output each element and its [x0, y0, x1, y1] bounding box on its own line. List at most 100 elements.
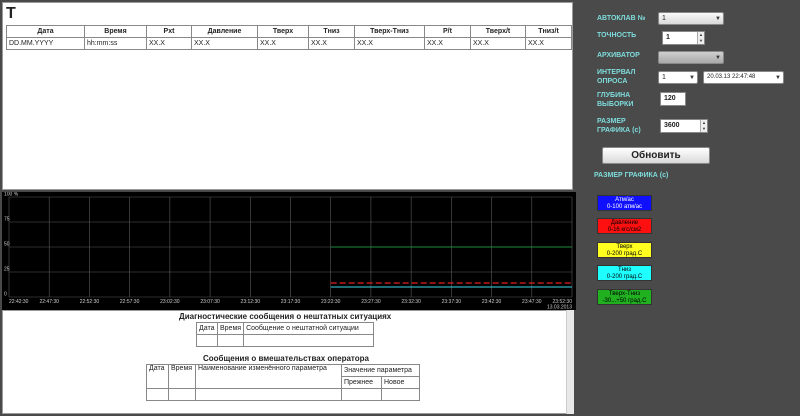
x-tick-label: 23:17:30 [281, 299, 301, 305]
x-tick-label: 22:52:30 [80, 299, 100, 305]
table-cell: XX.X [191, 37, 258, 50]
column-header: Время [216, 322, 245, 335]
column-header: Наименование изменённого параметра [195, 364, 342, 389]
x-tick-label: 23:42:30 [482, 299, 502, 305]
archiver-select[interactable]: ▼ [658, 51, 724, 64]
legend-item-range: 0-200 град.С [606, 274, 643, 280]
x-tick-label: 22:42:30 [9, 299, 29, 305]
column-subheader: Новое [381, 376, 420, 389]
chevron-down-icon: ▼ [715, 55, 721, 61]
operator-title: Сообщения о вмешательствах оператора [203, 354, 369, 363]
diagnostics-title: Диагностические сообщения о нештатных си… [179, 312, 392, 321]
table-cell: DD.MM.YYYY [6, 37, 85, 50]
y-tick-label: 50 [4, 242, 10, 248]
graph-size-caption: РАЗМЕР ГРАФИКА (с) [594, 172, 669, 179]
legend-item-pressure[interactable]: Давление 0-16 кгс/см2 [597, 218, 652, 234]
interval-label-line2: ОПРОСА [597, 78, 628, 85]
column-header: Дата [6, 25, 85, 38]
archive-table-panel: T Дата Время Pxt Давление Тверх Тниз Тве… [2, 2, 573, 190]
legend-item-label: Тверх [616, 244, 633, 250]
legend-item-range: 0-16 кгс/см2 [607, 227, 642, 233]
legend-item-label: Тниз [617, 267, 632, 273]
table-row[interactable] [196, 334, 375, 347]
table-cell [195, 388, 342, 401]
table-header-row: Дата Время Наименование изменённого пара… [146, 364, 420, 389]
y-tick-label: 25 [4, 267, 10, 273]
depth-spinner[interactable]: 120 [660, 92, 686, 106]
trend-chart-svg: 100 % 75 50 25 022:42:30 22:47:30 22:52:30 22:5… [4, 192, 573, 310]
column-header: Сообщение о нештатной ситуации [243, 322, 375, 335]
legend-item-t-top[interactable]: Тверх 0-200 град.С [597, 242, 652, 258]
column-header: Тверх/t [470, 25, 526, 38]
column-header: Pxt [146, 25, 192, 38]
spinner-arrows-icon[interactable]: ▲ ▼ [700, 120, 707, 132]
autoclave-select[interactable]: 1 ▼ [658, 12, 724, 25]
column-header: Тверх-Тниз [354, 25, 425, 38]
table-cell: XX.X [308, 37, 355, 50]
graph-size-value: 3600 [664, 122, 680, 129]
y-tick-label: 100 % [4, 192, 19, 198]
column-header: Давление [191, 25, 258, 38]
column-header: Время [168, 364, 196, 389]
legend-item-label: Атм/ас [615, 197, 634, 203]
column-header: Тниз/t [525, 25, 572, 38]
table-cell: XX.X [424, 37, 471, 50]
legend-item-atm[interactable]: Атм/ас 0-100 атм/ас [597, 195, 652, 211]
autoclave-value: 1 [662, 15, 666, 22]
column-header: Время [84, 25, 147, 38]
depth-label: ГЛУБИНА ВЫБОРКИ [597, 91, 633, 109]
trend-chart[interactable]: 100 % 75 50 25 0 22:42:30 22:47:30 22:52:30 22:5… [2, 192, 576, 310]
table-cell: hh:mm:ss [84, 37, 147, 50]
legend-item-range: 0-200 град.С [606, 251, 643, 257]
x-tick-label: 22:47:30 [39, 299, 59, 305]
table-row[interactable]: DD.MM.YYYY hh:mm:ss XX.X XX.X XX.X XX.X … [6, 37, 572, 50]
x-tick-label: 23:22:30 [321, 299, 341, 305]
x-tick-label: 23:37:30 [442, 299, 462, 305]
column-header: P/t [424, 25, 471, 38]
column-header: Тверх [257, 25, 309, 38]
table-cell [146, 388, 169, 401]
x-tick-label: 23:12:30 [241, 299, 261, 305]
table-cell: XX.X [525, 37, 572, 50]
table-header-row: Дата Время Сообщение о нештатной ситуаци… [196, 322, 375, 335]
datetime-picker[interactable]: 20.03.13 22:47:48 ▼ [703, 71, 784, 84]
messages-scrollbar[interactable] [566, 310, 574, 414]
graph-size-label-line2: ГРАФИКА (с) [597, 127, 641, 134]
interval-label: ИНТЕРВАЛ ОПРОСА [597, 68, 635, 86]
interval-select[interactable]: 1 ▼ [658, 71, 698, 84]
column-header: Тниз [308, 25, 355, 38]
precision-spinner[interactable]: 1 ▲ ▼ [662, 31, 705, 45]
column-header: Значение параметра [341, 364, 420, 377]
depth-label-line1: ГЛУБИНА [597, 92, 631, 99]
interval-label-line1: ИНТЕРВАЛ [597, 69, 636, 76]
column-header: Дата [196, 322, 218, 335]
x-tick-label: 23:07:30 [200, 299, 220, 305]
legend-item-label: Давление [610, 220, 639, 226]
table-row[interactable] [146, 388, 420, 401]
table-cell [168, 388, 196, 401]
legend-item-t-diff[interactable]: Тверх-Тниз -30...+50 град.С [597, 289, 652, 305]
table-cell [243, 334, 375, 347]
chevron-down-icon: ▼ [689, 75, 695, 81]
table-cell: XX.X [354, 37, 425, 50]
spinner-arrows-icon[interactable]: ▲ ▼ [697, 32, 704, 44]
precision-label: ТОЧНОСТЬ [597, 32, 637, 39]
depth-label-line2: ВЫБОРКИ [597, 101, 634, 108]
x-tick-label: 23:02:30 [160, 299, 180, 305]
graph-size-label: РАЗМЕР ГРАФИКА (с) [597, 117, 641, 135]
chevron-down-icon: ▼ [775, 75, 781, 81]
table-cell: XX.X [146, 37, 192, 50]
graph-size-spinner[interactable]: 3600 ▲ ▼ [660, 119, 708, 133]
archive-table: Дата Время Pxt Давление Тверх Тниз Тверх… [6, 25, 572, 50]
graph-size-label-line1: РАЗМЕР [597, 118, 626, 125]
x-tick-label: 23:47:30 [522, 299, 542, 305]
legend-item-label: Тверх-Тниз [608, 291, 641, 297]
table-cell [341, 388, 382, 401]
x-tick-label: 22:57:30 [120, 299, 140, 305]
legend-item-t-bottom[interactable]: Тниз 0-200 град.С [597, 265, 652, 281]
autoclave-label: АВТОКЛАВ № [597, 15, 646, 22]
y-tick-label: 0 [4, 292, 7, 298]
y-tick-label: 75 [4, 217, 10, 223]
refresh-button[interactable]: Обновить [602, 147, 710, 164]
table-cell [216, 334, 245, 347]
